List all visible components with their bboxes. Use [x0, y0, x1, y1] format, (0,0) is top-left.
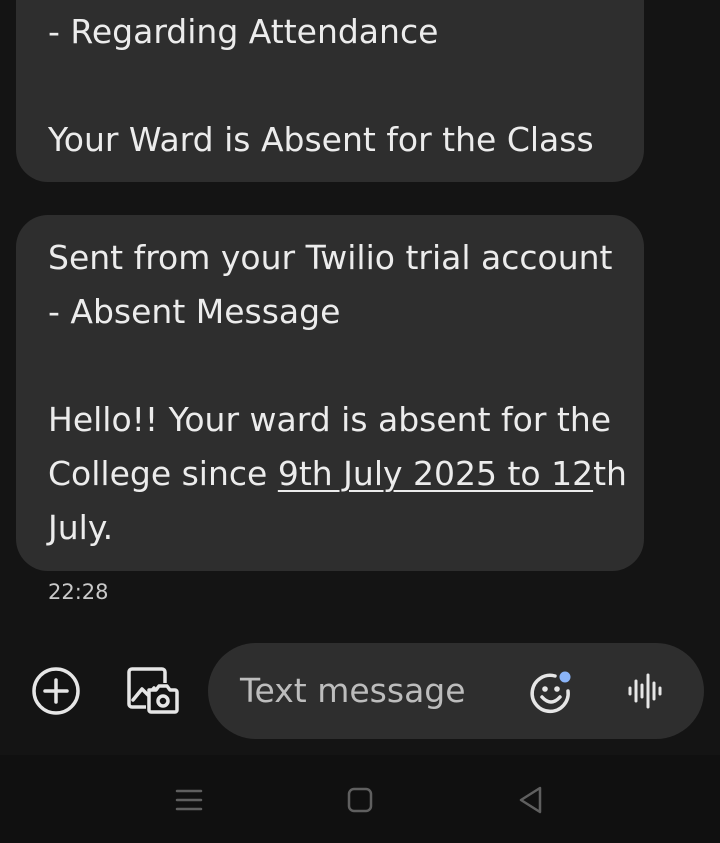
- message-text: th: [593, 454, 627, 493]
- add-attachment-button[interactable]: [30, 665, 82, 717]
- message-bubble[interactable]: Sent from your Twilio trial account - Ab…: [16, 215, 644, 571]
- home-button[interactable]: [343, 783, 377, 817]
- recents-button[interactable]: [172, 783, 206, 817]
- gallery-button[interactable]: [124, 663, 180, 719]
- composer-bar: Text message: [0, 643, 720, 739]
- emoji-button[interactable]: [528, 669, 576, 717]
- system-nav-bar: [0, 755, 720, 843]
- message-line: Sent from your Twilio trial account: [48, 238, 613, 277]
- home-icon: [347, 787, 373, 813]
- emoji-icon: [530, 671, 571, 714]
- message-input-placeholder: Text message: [240, 671, 466, 710]
- message-line: - Regarding Attendance: [48, 12, 439, 51]
- message-line: Hello!! Your ward is absent for the: [48, 400, 612, 439]
- message-line: July.: [48, 508, 114, 547]
- screen: - Regarding Attendance Your Ward is Abse…: [0, 0, 720, 843]
- voice-waveform-icon: [628, 673, 662, 709]
- plus-circle-icon: [32, 667, 80, 715]
- recents-icon: [175, 789, 203, 811]
- message-line: College since 9th July 2025 to 12th: [48, 447, 627, 501]
- voice-button[interactable]: [626, 671, 666, 711]
- message-line: Your Ward is Absent for the Class: [48, 120, 594, 159]
- message-input[interactable]: Text message: [208, 643, 704, 739]
- message-bubble[interactable]: - Regarding Attendance Your Ward is Abse…: [16, 0, 644, 182]
- back-icon: [519, 786, 542, 814]
- date-link[interactable]: 9th July 2025 to 12: [278, 454, 593, 493]
- message-line: - Absent Message: [48, 292, 341, 331]
- message-timestamp: 22:28: [48, 580, 109, 604]
- message-text: College since: [48, 454, 278, 493]
- gallery-camera-icon: [127, 667, 179, 714]
- back-button[interactable]: [514, 783, 548, 817]
